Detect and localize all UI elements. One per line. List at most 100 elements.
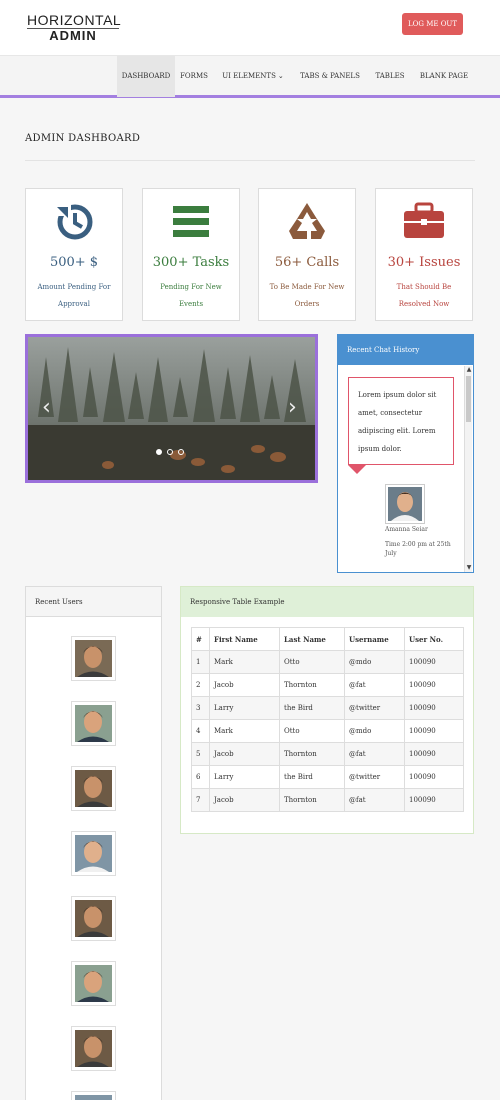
table-cell: Thornton	[279, 788, 345, 812]
chevron-down-icon: ⌄	[277, 72, 284, 80]
table-cell: @mdo	[344, 719, 405, 743]
carousel-indicators	[156, 449, 184, 455]
nav-item-blank-page[interactable]: BLANK PAGE	[414, 56, 474, 97]
table-cell: 4	[191, 719, 210, 743]
table-cell: 6	[191, 765, 210, 789]
nav-item-tabs-panels[interactable]: TABS & PANELS	[294, 56, 366, 97]
scroll-thumb[interactable]	[466, 376, 471, 422]
top-header: HORIZONTAL ADMIN LOG ME OUT	[0, 0, 500, 56]
chat-history-panel: Recent Chat History Lorem ipsum dolor si…	[337, 334, 474, 573]
stat-card-calls: 56+ Calls To Be Made For New Orders	[258, 188, 356, 321]
table-cell: the Bird	[279, 696, 345, 720]
avatar[interactable]	[71, 831, 116, 876]
table-cell: Thornton	[279, 742, 345, 766]
table-row: 6 Larry the Bird @twitter 100090	[191, 765, 464, 789]
stat-value: 30+ Issues	[387, 255, 461, 270]
carousel-slide-image	[28, 337, 315, 480]
table-cell: @twitter	[344, 696, 405, 720]
avatar[interactable]	[71, 636, 116, 681]
table-cell: 3	[191, 696, 210, 720]
chat-bubble-tail	[348, 465, 366, 474]
chat-author: Amanna Seiar	[385, 526, 428, 533]
table-cell: 100090	[404, 765, 464, 789]
brand-line1: HORIZONTAL	[27, 12, 122, 29]
page-title: ADMIN DASHBOARD	[25, 133, 141, 144]
table-cell: @fat	[344, 742, 405, 766]
avatar[interactable]	[71, 701, 116, 746]
table-row: 7 Jacob Thornton @fat 100090	[191, 788, 464, 812]
table-cell: 100090	[404, 788, 464, 812]
nav-item-dashboard[interactable]: DASHBOARD	[117, 56, 175, 97]
table-panel-title: Responsive Table Example	[181, 587, 473, 617]
table-cell: Jacob	[209, 742, 280, 766]
table-cell: Otto	[279, 719, 345, 743]
table-row: 5 Jacob Thornton @fat 100090	[191, 742, 464, 766]
avatar[interactable]	[71, 766, 116, 811]
column-header: Last Name	[279, 627, 345, 651]
table-cell: the Bird	[279, 765, 345, 789]
table-cell: Thornton	[279, 673, 345, 697]
brand-logo[interactable]: HORIZONTAL ADMIN	[27, 12, 122, 43]
stat-card-issues: 30+ Issues That Should Be Resolved Now	[375, 188, 473, 321]
table-cell: Jacob	[209, 788, 280, 812]
main-nav: DASHBOARD FORMS UI ELEMENTS ⌄ TABS & PANE…	[0, 56, 500, 98]
chat-panel-title: Recent Chat History	[338, 335, 473, 365]
scroll-up-icon[interactable]: ▲	[465, 366, 473, 374]
table-cell: Mark	[209, 719, 280, 743]
nav-label: DASHBOARD	[121, 72, 171, 80]
users-table: # First Name Last Name Username User No.…	[191, 627, 464, 812]
chat-scrollbar[interactable]: ▲ ▼	[464, 366, 472, 572]
table-cell: Larry	[209, 696, 280, 720]
briefcase-icon	[376, 201, 472, 241]
scroll-down-icon[interactable]: ▼	[465, 564, 473, 572]
table-header-row: # First Name Last Name Username User No.	[191, 627, 464, 651]
nav-item-ui-elements[interactable]: UI ELEMENTS ⌄	[216, 56, 290, 97]
nav-item-forms[interactable]: FORMS	[175, 56, 213, 97]
table-cell: 5	[191, 742, 210, 766]
carousel-prev-icon[interactable]: ‹	[42, 395, 51, 420]
avatar[interactable]	[71, 1026, 116, 1071]
brand-line2: ADMIN	[49, 28, 97, 43]
table-cell: 100090	[404, 696, 464, 720]
nav-item-tables[interactable]: TABLES	[370, 56, 410, 97]
table-cell: @twitter	[344, 765, 405, 789]
table-cell: @fat	[344, 788, 405, 812]
carousel-next-icon[interactable]: ›	[288, 395, 297, 420]
avatar[interactable]	[71, 1091, 116, 1100]
stat-caption: Amount Pending For Approval	[37, 283, 111, 308]
list-icon	[143, 201, 239, 241]
responsive-table-panel: Responsive Table Example # First Name La…	[180, 586, 474, 834]
nav-label: UI ELEMENTS	[222, 72, 276, 80]
chat-time: Time 2:00 pm at 25th July	[385, 541, 451, 557]
column-header: Username	[344, 627, 405, 651]
carousel-dot[interactable]	[156, 449, 162, 455]
stat-value: 500+ $	[49, 255, 99, 270]
table-cell: Otto	[279, 650, 345, 674]
table-cell: Jacob	[209, 673, 280, 697]
column-header: First Name	[209, 627, 280, 651]
table-cell: 2	[191, 673, 210, 697]
table-cell: 7	[191, 788, 210, 812]
image-carousel[interactable]: ‹ ›	[25, 334, 318, 483]
carousel-dot[interactable]	[167, 449, 173, 455]
users-panel-title: Recent Users	[26, 587, 161, 617]
stat-value: 56+ Calls	[274, 255, 340, 270]
carousel-dot[interactable]	[178, 449, 184, 455]
avatar	[385, 484, 425, 524]
table-cell: 100090	[404, 650, 464, 674]
table-cell: @fat	[344, 673, 405, 697]
stat-card-tasks: 300+ Tasks Pending For New Events	[142, 188, 240, 321]
table-row: 2 Jacob Thornton @fat 100090	[191, 673, 464, 697]
table-cell: 1	[191, 650, 210, 674]
avatar[interactable]	[71, 896, 116, 941]
recycle-icon	[259, 201, 355, 241]
table-row: 3 Larry the Bird @twitter 100090	[191, 696, 464, 720]
stat-caption: That Should Be Resolved Now	[396, 283, 452, 308]
nav-label: TABS & PANELS	[300, 72, 360, 80]
table-row: 4 Mark Otto @mdo 100090	[191, 719, 464, 743]
table-row: 1 Mark Otto @mdo 100090	[191, 650, 464, 674]
recent-users-panel: Recent Users	[25, 586, 162, 1100]
logout-button[interactable]: LOG ME OUT	[402, 13, 463, 35]
avatar[interactable]	[71, 961, 116, 1006]
column-header: User No.	[404, 627, 464, 651]
